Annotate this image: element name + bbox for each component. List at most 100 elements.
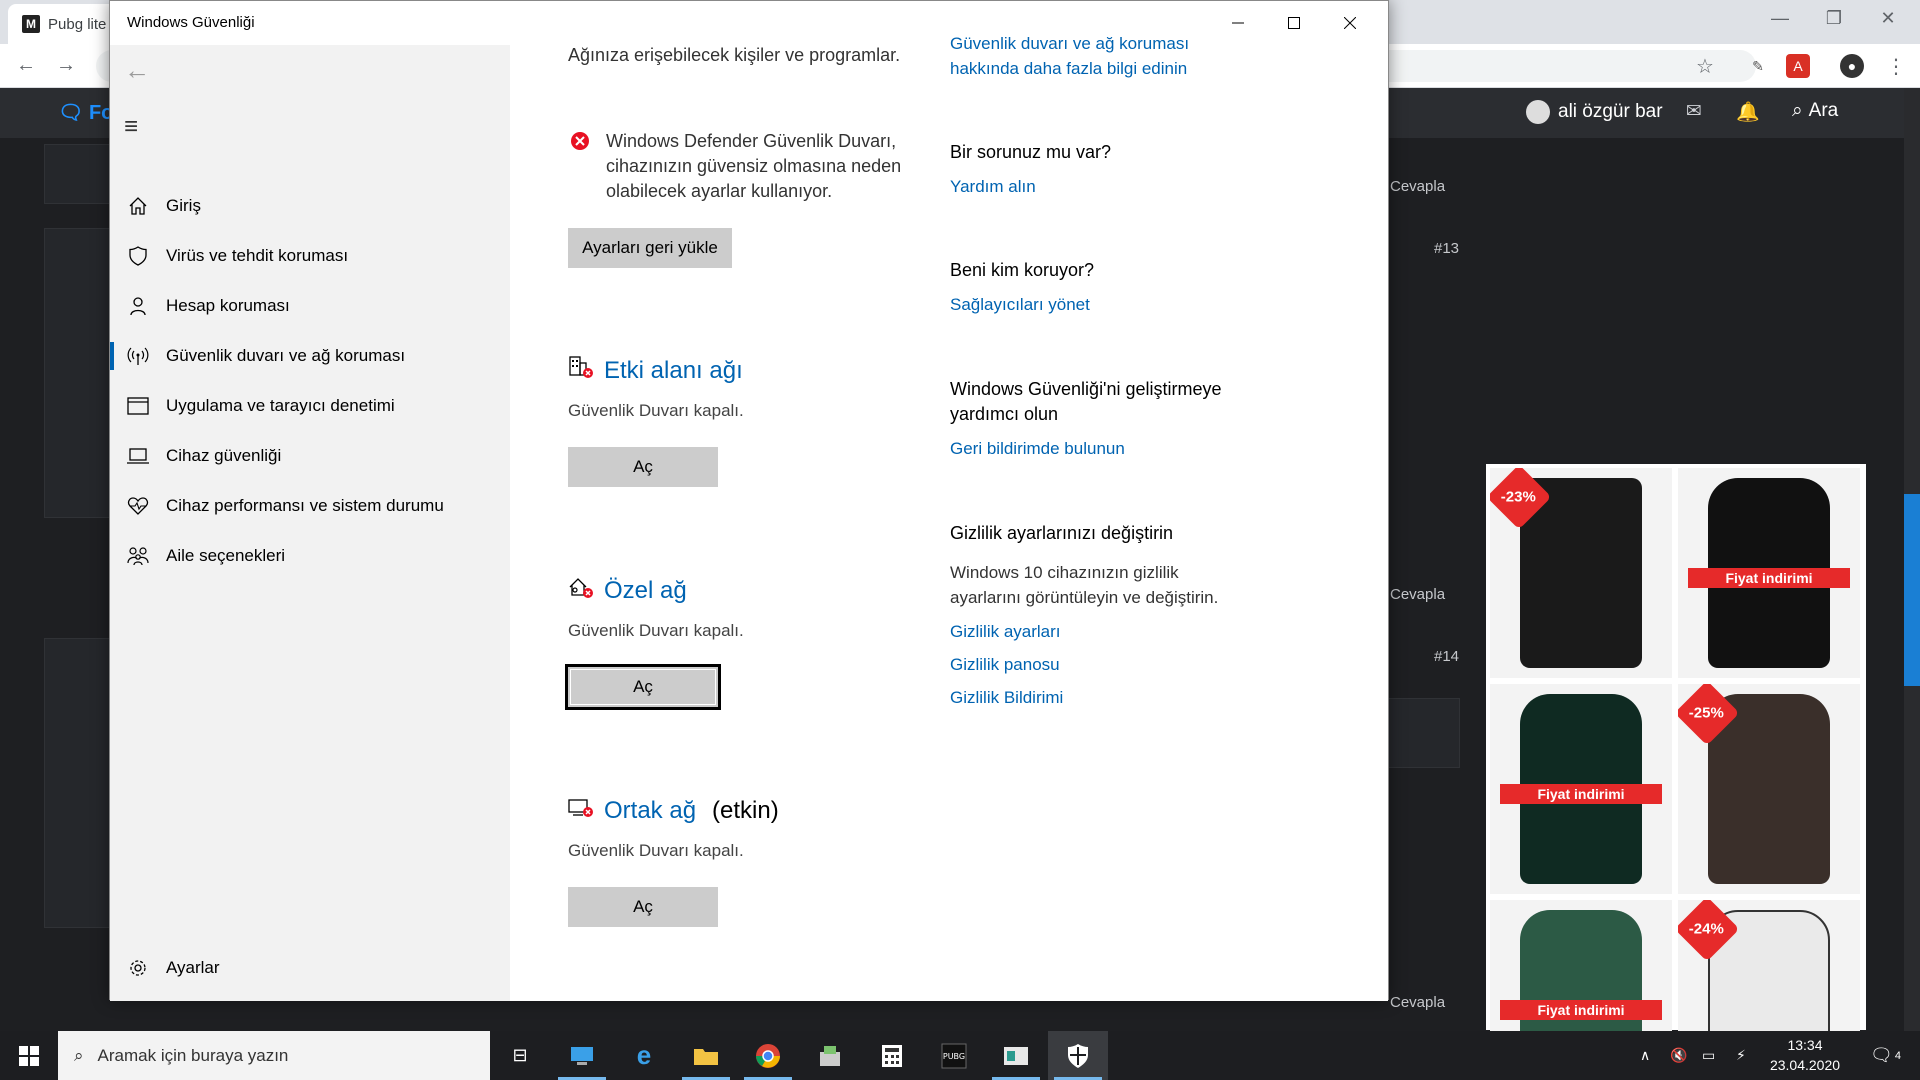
forum-logo[interactable]: 🗨 Fo — [58, 100, 113, 125]
learn-more-link-line-1[interactable]: Güvenlik duvarı ve ağ koruması — [950, 31, 1189, 56]
tray-volume-muted-icon[interactable]: 🔇 — [1670, 1031, 1687, 1080]
search-icon: ⌕ — [1792, 100, 1803, 121]
post-number[interactable]: #14 — [1434, 648, 1459, 665]
reply-link[interactable]: Cevapla — [1390, 178, 1445, 195]
domain-network-turn-on-button[interactable]: Aç — [568, 447, 718, 487]
sidebar-item-label: Uygulama ve tarayıcı denetimi — [166, 396, 395, 415]
learn-more-link-line-2[interactable]: hakkında daha fazla bilgi edinin — [950, 56, 1187, 81]
ad-product[interactable]: -25% — [1678, 684, 1860, 894]
domain-network-status: Güvenlik Duvarı kapalı. — [568, 401, 744, 420]
tray-battery-icon[interactable]: ▭ — [1702, 1031, 1715, 1080]
chrome-menu-icon[interactable]: ⋮ — [1886, 54, 1906, 79]
sidebar-item-settings[interactable]: Ayarlar — [110, 945, 510, 991]
maximize-icon — [1288, 17, 1300, 29]
start-button[interactable] — [0, 1031, 58, 1080]
post-number[interactable]: #13 — [1434, 240, 1459, 257]
search-button[interactable]: ⌕ Ara — [1792, 100, 1838, 122]
window-title: Windows Güvenliği — [127, 14, 255, 31]
browser-maximize-button[interactable]: ❐ — [1814, 8, 1854, 29]
profile-avatar-icon[interactable]: ● — [1840, 54, 1864, 78]
inbox-icon[interactable]: ✉ — [1686, 100, 1702, 123]
gear-icon — [110, 958, 166, 978]
windows-taskbar: ⌕ Aramak için buraya yazın ⊟ e PUBG ∧ 🔇 … — [0, 1031, 1920, 1080]
taskbar-app-explorer[interactable] — [676, 1031, 736, 1080]
sidebar-item-device-performance[interactable]: Cihaz performansı ve sistem durumu — [110, 483, 510, 529]
sidebar-item-virus-protection[interactable]: Virüs ve tehdit koruması — [110, 233, 510, 279]
window-minimize-button[interactable] — [1210, 5, 1266, 41]
browser-minimize-button[interactable]: — — [1760, 8, 1800, 29]
forward-arrow-icon[interactable]: → — [56, 54, 76, 77]
warning-line-1: Windows Defender Güvenlik Duvarı, — [606, 131, 897, 151]
tray-chevron-up-icon[interactable]: ∧ — [1640, 1031, 1650, 1080]
taskbar-app-chrome[interactable] — [738, 1031, 798, 1080]
back-arrow-icon[interactable]: ← — [124, 55, 150, 86]
taskbar-app-window[interactable] — [986, 1031, 1046, 1080]
chat-bubbles-icon: 🗨 — [58, 102, 84, 124]
public-network-turn-on-button[interactable]: Aç — [568, 887, 718, 927]
pdf-extension-icon[interactable]: A — [1786, 54, 1810, 78]
public-network-heading[interactable]: Ortak ağ (etkin) — [568, 795, 779, 826]
price-label: Fiyat indirimi — [1500, 1000, 1662, 1020]
private-network-heading[interactable]: Özel ağ — [568, 575, 687, 606]
improve-heading-line-1: Windows Güvenliği'ni geliştirmeye — [950, 379, 1222, 399]
site-favicon-icon: M — [22, 15, 40, 33]
sidebar-item-home[interactable]: Giriş — [110, 183, 510, 229]
windows-security-window: Windows Güvenliği ← ≡ Giriş Virüs ve teh… — [109, 0, 1389, 1001]
tray-network-icon[interactable]: ⚡ — [1736, 1031, 1746, 1080]
close-icon — [1344, 17, 1356, 29]
taskbar-app-installer[interactable] — [800, 1031, 860, 1080]
sidebar-item-device-security[interactable]: Cihaz güvenliği — [110, 433, 510, 479]
user-menu[interactable]: ali özgür bar — [1526, 100, 1663, 124]
public-network-icon — [568, 795, 594, 826]
manage-providers-link[interactable]: Sağlayıcıları yönet — [950, 292, 1090, 317]
laptop-icon — [110, 447, 166, 465]
ad-product[interactable]: Fiyat indirimi — [1490, 684, 1672, 894]
user-name: ali özgür bar — [1558, 101, 1663, 122]
reply-link[interactable]: Cevapla — [1390, 586, 1445, 603]
ad-product[interactable]: Fiyat indirimi — [1678, 468, 1860, 678]
action-center-button[interactable]: 🗨 4 — [1870, 1031, 1901, 1080]
restore-settings-button[interactable]: Ayarları geri yükle — [568, 228, 732, 268]
taskbar-search-box[interactable]: ⌕ Aramak için buraya yazın — [58, 1031, 490, 1080]
privacy-settings-link[interactable]: Gizlilik ayarları — [950, 619, 1061, 644]
pubg-icon: PUBG — [941, 1043, 967, 1068]
task-view-icon[interactable]: ⊟ — [490, 1031, 550, 1080]
private-network-turn-on-button[interactable]: Aç — [565, 664, 721, 710]
window-close-button[interactable] — [1322, 5, 1378, 41]
hamburger-menu-icon[interactable]: ≡ — [124, 113, 138, 141]
browser-close-button[interactable]: ✕ — [1868, 8, 1908, 29]
private-network-status: Güvenlik Duvarı kapalı. — [568, 621, 744, 640]
sidebar-item-firewall[interactable]: Güvenlik duvarı ve ağ koruması — [110, 333, 510, 379]
privacy-dashboard-link[interactable]: Gizlilik panosu — [950, 652, 1060, 677]
taskbar-app-windows-security[interactable] — [1048, 1031, 1108, 1080]
taskbar-app-calculator[interactable] — [862, 1031, 922, 1080]
price-label: Fiyat indirimi — [1688, 568, 1850, 588]
back-arrow-icon[interactable]: ← — [16, 54, 36, 77]
sidebar-item-label: Cihaz performansı ve sistem durumu — [166, 496, 444, 515]
reply-link[interactable]: Cevapla — [1390, 994, 1445, 1011]
sidebar-item-app-browser-control[interactable]: Uygulama ve tarayıcı denetimi — [110, 383, 510, 429]
extension-icon[interactable]: ✎ — [1746, 54, 1770, 78]
privacy-statement-link[interactable]: Gizlilik Bildirimi — [950, 685, 1063, 710]
security-shield-icon — [1068, 1043, 1088, 1068]
page-scrollbar-thumb[interactable] — [1904, 494, 1920, 686]
search-icon: ⌕ — [74, 1045, 84, 1065]
taskbar-app-pubg[interactable]: PUBG — [924, 1031, 984, 1080]
domain-network-heading[interactable]: Etki alanı ağı — [568, 355, 743, 386]
sidebar-item-account-protection[interactable]: Hesap koruması — [110, 283, 510, 329]
taskbar-clock[interactable]: 13:34 23.04.2020 — [1765, 1035, 1845, 1075]
bell-icon[interactable]: 🔔 — [1736, 100, 1760, 124]
sidebar-item-family-options[interactable]: Aile seçenekleri — [110, 533, 510, 579]
advertisement[interactable]: ⓘ ✕ -23% Fiyat indirimi Fiyat indirimi -… — [1486, 464, 1866, 1080]
get-help-link[interactable]: Yardım alın — [950, 174, 1036, 199]
clock-date: 23.04.2020 — [1769, 1057, 1841, 1073]
taskbar-app-edge[interactable]: e — [614, 1031, 674, 1080]
window-titlebar[interactable]: Windows Güvenliği — [110, 1, 1388, 45]
give-feedback-link[interactable]: Geri bildirimde bulunun — [950, 436, 1125, 461]
bookmark-star-icon[interactable]: ☆ — [1696, 54, 1714, 79]
window-maximize-button[interactable] — [1266, 5, 1322, 41]
ad-product[interactable]: -23% — [1490, 468, 1672, 678]
private-network-icon — [568, 575, 594, 606]
taskbar-app-remote-desktop[interactable] — [552, 1031, 612, 1080]
clock-time: 13:34 — [1787, 1037, 1823, 1053]
